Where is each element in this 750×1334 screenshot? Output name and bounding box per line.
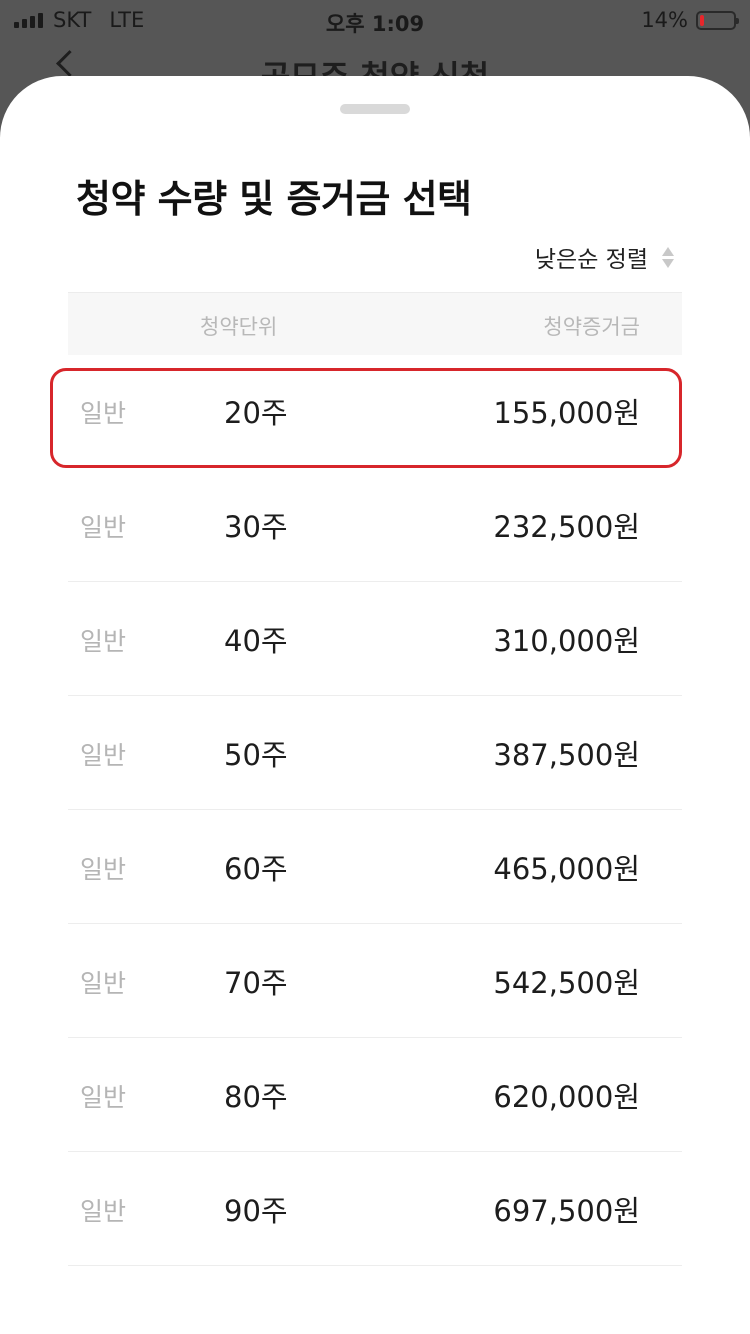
table-header: 청약단위 청약증거금 (68, 292, 682, 355)
row-deposit: 232,500원 (493, 510, 640, 544)
option-list: 일반 20주 155,000원 일반 30주 232,500원 일반 40주 3… (68, 354, 682, 1266)
row-type: 일반 (80, 627, 127, 656)
battery-level-fill (700, 14, 704, 26)
row-type: 일반 (80, 513, 127, 542)
sort-up-arrow-icon (662, 246, 674, 256)
row-unit: 20주 (224, 396, 288, 430)
status-bar: SKT LTE 오후 1:09 14% (0, 0, 750, 40)
row-unit: 70주 (224, 966, 288, 1000)
column-header-unit: 청약단위 (200, 315, 278, 339)
row-unit: 50주 (224, 738, 288, 772)
battery-icon (696, 10, 739, 30)
table-row[interactable]: 일반 50주 387,500원 (68, 696, 682, 810)
row-unit: 40주 (224, 624, 288, 658)
table-row[interactable]: 일반 80주 620,000원 (68, 1038, 682, 1152)
row-unit: 60주 (224, 852, 288, 886)
row-unit: 80주 (224, 1080, 288, 1114)
status-right: 14% (641, 8, 739, 32)
table-row[interactable]: 일반 20주 155,000원 (68, 354, 682, 468)
sheet-drag-handle[interactable] (340, 104, 410, 114)
sort-down-arrow-icon (662, 258, 674, 268)
row-type: 일반 (80, 969, 127, 998)
table-row[interactable]: 일반 40주 310,000원 (68, 582, 682, 696)
sort-toggle-button[interactable]: 낮은순 정렬 (535, 240, 674, 274)
row-type: 일반 (80, 1083, 127, 1112)
table-row[interactable]: 일반 70주 542,500원 (68, 924, 682, 1038)
row-type: 일반 (80, 399, 127, 428)
sheet-title: 청약 수량 및 증거금 선택 (76, 177, 472, 221)
row-deposit: 465,000원 (493, 852, 640, 886)
bottom-sheet: 청약 수량 및 증거금 선택 낮은순 정렬 청약단위 청약증거금 일반 20주 … (0, 76, 750, 1334)
row-deposit: 620,000원 (493, 1080, 640, 1114)
column-header-deposit: 청약증거금 (543, 315, 640, 339)
battery-percent: 14% (641, 8, 688, 32)
row-unit: 90주 (224, 1194, 288, 1228)
sort-arrows-icon (662, 246, 674, 268)
row-deposit: 542,500원 (493, 966, 640, 1000)
row-type: 일반 (80, 855, 127, 884)
row-type: 일반 (80, 1197, 127, 1226)
sort-label: 낮은순 정렬 (534, 247, 648, 273)
row-type: 일반 (80, 741, 127, 770)
table-row[interactable]: 일반 60주 465,000원 (68, 810, 682, 924)
table-row[interactable]: 일반 30주 232,500원 (68, 468, 682, 582)
row-deposit: 310,000원 (493, 624, 640, 658)
row-unit: 30주 (224, 510, 288, 544)
status-time: 오후 1:09 (325, 12, 425, 36)
row-deposit: 387,500원 (493, 738, 640, 772)
row-deposit: 697,500원 (493, 1194, 640, 1228)
table-row[interactable]: 일반 90주 697,500원 (68, 1152, 682, 1266)
row-deposit: 155,000원 (493, 396, 640, 430)
